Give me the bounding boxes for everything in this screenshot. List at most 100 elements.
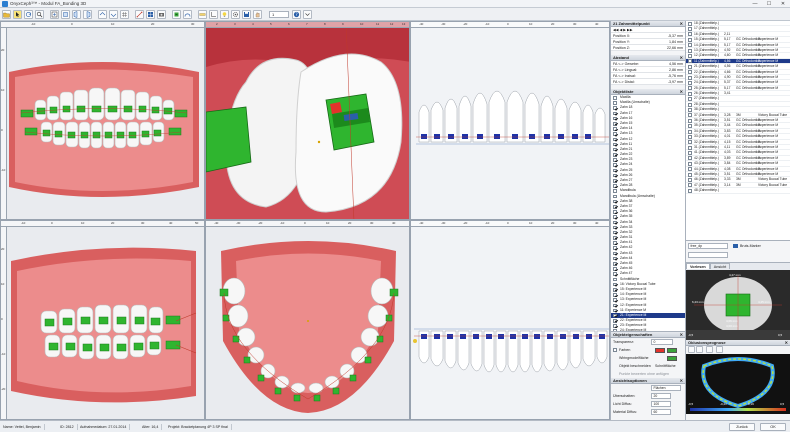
wire-color-swatch[interactable] bbox=[667, 355, 677, 361]
value-input[interactable]: 20 bbox=[651, 393, 671, 399]
object-checkbox[interactable] bbox=[613, 251, 617, 256]
object-checkbox[interactable] bbox=[613, 225, 617, 230]
close-button[interactable]: ✕ bbox=[776, 0, 790, 8]
object-checkbox[interactable] bbox=[613, 267, 617, 271]
row-checkbox[interactable] bbox=[688, 113, 692, 118]
display-mode-select[interactable]: Flächen bbox=[651, 385, 681, 391]
tab-preview[interactable]: Vorlesen bbox=[686, 263, 710, 269]
nav-arrows[interactable]: ◀◀ ◀ ▶ ▶▶ bbox=[613, 28, 633, 32]
bracket-table[interactable]: 18 (Zahnmittelp.) 17 (Zahnmittelp.) 16 (Za… bbox=[686, 21, 790, 241]
viewport-lateral[interactable]: -10 0 10 20 30 40 50 20 10 0 -10 -20 bbox=[0, 220, 205, 420]
object-checkbox[interactable] bbox=[613, 132, 617, 136]
minimize-button[interactable]: — bbox=[748, 0, 762, 8]
object-checkbox[interactable] bbox=[613, 236, 617, 240]
row-checkbox[interactable] bbox=[688, 161, 692, 166]
object-checkbox[interactable] bbox=[613, 293, 617, 297]
object-list[interactable]: Maxilla Maxilla (Umschalte) Zahn 18 Zahn 17… bbox=[611, 95, 685, 332]
help-icon[interactable]: ? bbox=[292, 10, 301, 19]
object-checkbox[interactable] bbox=[613, 230, 617, 235]
object-checkbox[interactable] bbox=[613, 127, 617, 131]
row-checkbox[interactable] bbox=[688, 43, 692, 48]
object-checkbox[interactable] bbox=[613, 179, 617, 183]
view-right-icon[interactable] bbox=[83, 10, 92, 19]
row-checkbox[interactable] bbox=[688, 54, 692, 59]
row-checkbox[interactable] bbox=[688, 134, 692, 139]
viewport-closeup[interactable]: 2 3 4 5 6 7 8 9 10 11 12 13 bbox=[205, 21, 410, 220]
object-checkbox[interactable] bbox=[613, 96, 617, 100]
tab-view[interactable]: Ansicht bbox=[709, 263, 731, 269]
object-checkbox[interactable] bbox=[613, 256, 617, 261]
row-checkbox[interactable] bbox=[688, 97, 692, 102]
measure-icon[interactable] bbox=[135, 10, 144, 19]
back-button[interactable]: Zurück bbox=[729, 423, 755, 431]
zoom-icon[interactable] bbox=[35, 10, 44, 19]
row-checkbox[interactable] bbox=[688, 129, 692, 134]
object-checkbox[interactable] bbox=[613, 153, 617, 157]
row-checkbox[interactable] bbox=[688, 118, 692, 123]
row-checkbox[interactable] bbox=[688, 183, 692, 188]
row-checkbox[interactable] bbox=[688, 167, 692, 172]
row-checkbox[interactable] bbox=[688, 172, 692, 177]
row-checkbox[interactable] bbox=[688, 91, 692, 96]
viewport-frontal[interactable]: -10 0 10 20 30 20 10 0 -10 bbox=[0, 21, 205, 220]
ok-button[interactable]: OK bbox=[760, 423, 786, 431]
row-checkbox[interactable] bbox=[688, 151, 692, 156]
object-checkbox[interactable] bbox=[613, 303, 617, 308]
object-checkbox[interactable] bbox=[613, 272, 617, 276]
color-swatch-green[interactable] bbox=[667, 347, 677, 353]
layout-icon[interactable] bbox=[146, 10, 155, 19]
row-checkbox[interactable] bbox=[688, 140, 692, 145]
object-checkbox[interactable] bbox=[613, 189, 617, 193]
object-checkbox[interactable] bbox=[613, 298, 617, 302]
color-swatch-red[interactable] bbox=[655, 347, 665, 353]
viewport-upper-panorama[interactable]: -40 -30 -20 -10 0 10 20 30 40 bbox=[410, 21, 610, 220]
object-checkbox[interactable] bbox=[613, 241, 617, 245]
view-bottom-icon[interactable] bbox=[109, 10, 118, 19]
row-label[interactable]: Objekt beschneiden bbox=[613, 364, 651, 368]
axes-icon[interactable] bbox=[209, 10, 218, 19]
object-checkbox[interactable] bbox=[613, 173, 617, 178]
arch-icon[interactable] bbox=[183, 10, 192, 19]
object-checkbox[interactable] bbox=[613, 308, 617, 313]
row-checkbox[interactable] bbox=[688, 70, 692, 75]
object-checkbox[interactable] bbox=[613, 199, 617, 204]
object-checkbox[interactable] bbox=[613, 163, 617, 168]
row-checkbox[interactable] bbox=[688, 37, 692, 42]
object-checkbox[interactable] bbox=[613, 184, 617, 188]
object-checkbox[interactable] bbox=[613, 324, 617, 328]
marker-icon[interactable] bbox=[733, 244, 738, 248]
arch-upper-icon[interactable] bbox=[688, 346, 695, 353]
object-checkbox[interactable] bbox=[613, 210, 617, 214]
value-input[interactable]: 100 bbox=[651, 401, 671, 407]
object-checkbox[interactable] bbox=[613, 147, 617, 152]
arch-both-icon[interactable] bbox=[706, 346, 713, 353]
row-checkbox[interactable] bbox=[688, 102, 692, 107]
object-checkbox[interactable] bbox=[613, 319, 617, 323]
object-checkbox[interactable] bbox=[613, 194, 617, 199]
grid-icon[interactable] bbox=[120, 10, 129, 19]
object-checkbox[interactable] bbox=[613, 116, 617, 121]
row-checkbox[interactable] bbox=[688, 48, 692, 53]
light-icon[interactable] bbox=[220, 10, 229, 19]
object-checkbox[interactable] bbox=[613, 101, 617, 105]
pointer-icon[interactable] bbox=[13, 10, 22, 19]
object-checkbox[interactable] bbox=[613, 137, 617, 142]
row-value[interactable]: 22,66 mm bbox=[667, 45, 683, 50]
arch-lower-icon[interactable] bbox=[696, 346, 703, 353]
row-checkbox[interactable] bbox=[688, 59, 692, 64]
row-checkbox[interactable] bbox=[688, 64, 692, 69]
row-checkbox[interactable] bbox=[688, 21, 692, 26]
bracket-icon[interactable] bbox=[172, 10, 181, 19]
object-checkbox[interactable] bbox=[613, 215, 617, 219]
fit-icon[interactable] bbox=[50, 10, 59, 19]
row-checkbox[interactable] bbox=[688, 32, 692, 37]
color-checkbox[interactable] bbox=[613, 348, 617, 352]
cut-surface-label[interactable]: Schnittfläche bbox=[655, 362, 676, 370]
tooth-icon[interactable] bbox=[716, 346, 723, 353]
bracket-select[interactable]: free_dp bbox=[688, 243, 728, 249]
row-checkbox[interactable] bbox=[688, 145, 692, 150]
hand-icon[interactable] bbox=[253, 10, 262, 19]
open-folder-icon[interactable] bbox=[2, 10, 11, 19]
object-checkbox[interactable] bbox=[613, 262, 617, 266]
rotate-icon[interactable] bbox=[24, 10, 33, 19]
